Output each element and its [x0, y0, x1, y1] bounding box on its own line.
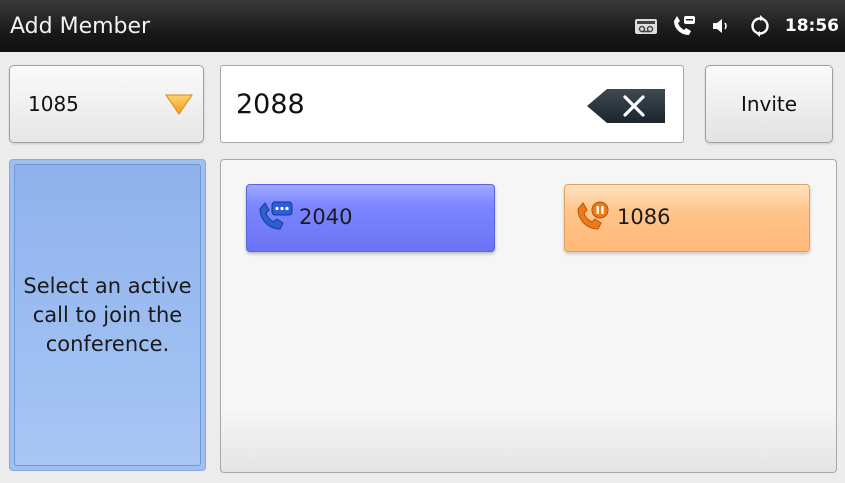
dropdown-arrow-icon: [164, 92, 194, 120]
main-area: 1085 2088 Invite Select an active call t…: [0, 52, 845, 483]
sync-icon: [747, 13, 773, 39]
number-input[interactable]: 2088: [220, 65, 684, 143]
phone-chat-icon: [257, 201, 295, 231]
call-number: 2040: [299, 205, 353, 229]
call-number: 1086: [617, 205, 671, 229]
invite-button[interactable]: Invite: [705, 65, 833, 143]
backspace-icon[interactable]: [585, 88, 667, 124]
hint-panel-inner: Select an active call to join the confer…: [14, 164, 201, 466]
account-value: 1085: [28, 92, 79, 116]
hint-text: Select an active call to join the confer…: [23, 273, 192, 356]
phone-hold-icon: [575, 201, 613, 231]
active-calls-panel: 2040 1086: [220, 159, 837, 473]
hint-panel: Select an active call to join the confer…: [9, 159, 206, 471]
title-bar: Add Member 18:56: [0, 0, 845, 52]
voicemail-icon: [633, 13, 659, 39]
status-icons: 18:56: [633, 13, 845, 39]
volume-icon: [709, 13, 735, 39]
phone-status-icon: [671, 13, 697, 39]
call-item-2040[interactable]: 2040: [246, 184, 495, 252]
account-dropdown[interactable]: 1085: [9, 65, 204, 143]
page-title: Add Member: [10, 13, 151, 39]
call-item-1086[interactable]: 1086: [564, 184, 810, 252]
clock-time: 18:56: [784, 16, 839, 36]
number-input-value: 2088: [236, 88, 305, 120]
